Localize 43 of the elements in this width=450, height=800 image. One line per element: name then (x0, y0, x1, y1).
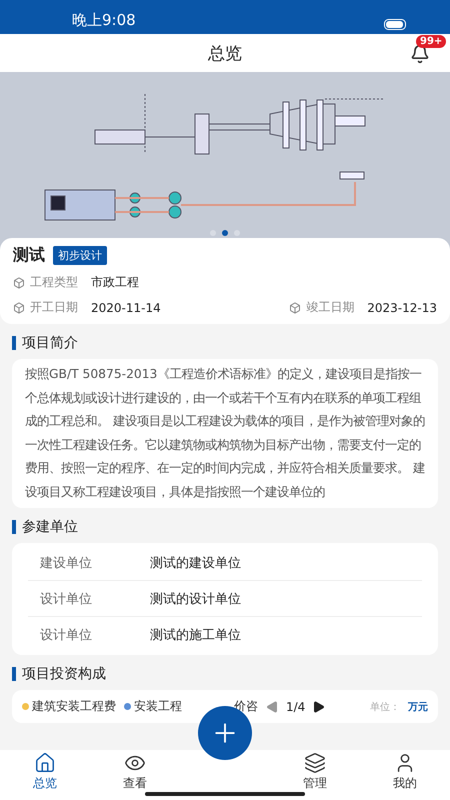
section-marker (12, 336, 16, 350)
nav-tab[interactable]: 我的 (360, 752, 450, 792)
battery-icon (384, 19, 408, 30)
pager-dot[interactable] (222, 230, 228, 236)
nav-tab[interactable]: 总览 (0, 752, 90, 792)
notification-count: 99+ (416, 35, 446, 48)
layers-icon (304, 752, 326, 774)
status-time: 晚上9:08 (72, 11, 136, 30)
intro-text: 按照GB/T 50875-2013《工程造价术语标准》的定义，建设项目是指按一个总体规划或设计进行建设的，由一个或若干个互有内在联系的单项工程组成的工程总和。 建设项目是以工程建设为载体的项目，是作为被管理对象的一次性工程建设任务。它以建筑物或构筑物为目标产出物，需要支付一定的费用、按照一定的程序、在一定的时间内完成，并应符合相关质量要求。 建设项目又称工程建设项目，具体是指按照一个建设单位的 (24, 366, 426, 500)
bell-icon[interactable] (410, 44, 430, 64)
page-title: 总览 (208, 42, 242, 64)
unit-value: 测试的建设单位 (150, 554, 241, 572)
field-label: 开工日期 (30, 299, 78, 316)
cube-icon (289, 302, 302, 314)
unit-label: 建设单位 (40, 554, 93, 572)
legend-label: 安装工程 (134, 698, 182, 715)
nav-tab[interactable]: 查看 (90, 752, 180, 792)
section-title: 项目简介 (22, 334, 78, 352)
unit-value: 万元 (408, 700, 428, 714)
field-value: 2020-11-14 (91, 300, 161, 314)
field-value: 市政工程 (91, 274, 139, 291)
home-icon (34, 752, 56, 774)
nav-tab[interactable]: 管理 (270, 752, 360, 792)
next-icon[interactable] (313, 700, 326, 712)
page-indicator: 1/4 (286, 700, 306, 714)
unit-caption: 单位： (370, 700, 400, 714)
cube-icon (13, 302, 25, 314)
field-label: 竣工日期 (306, 299, 354, 316)
section-marker (12, 667, 16, 681)
section-title: 项目投资构成 (22, 665, 106, 683)
unit-value: 测试的施工单位 (150, 627, 241, 644)
field-value: 2023-12-13 (367, 300, 437, 314)
unit-value: 测试的设计单位 (150, 590, 241, 608)
legend-label: 建筑安装工程费 (32, 698, 116, 715)
unit-label: 设计单位 (40, 627, 93, 644)
previous-icon[interactable] (266, 700, 278, 712)
unit-label: 设计单位 (40, 590, 93, 608)
cube-icon (13, 276, 25, 288)
stage-tag: 初步设计 (53, 246, 107, 265)
field-label: 工程类型 (30, 274, 78, 291)
section-title: 参建单位 (22, 518, 78, 536)
project-name: 测试 (13, 245, 45, 266)
section-marker (12, 520, 16, 534)
